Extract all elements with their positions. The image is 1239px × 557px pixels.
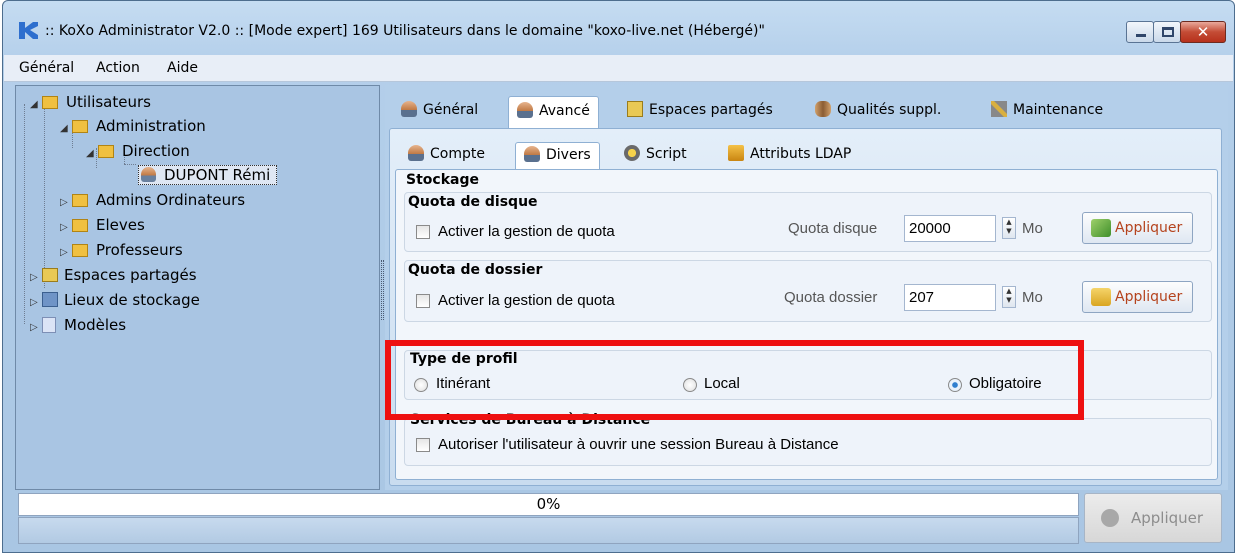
apply-quota-dossier-button[interactable]: Appliquer — [1082, 281, 1193, 313]
rds-checkbox-label: Autoriser l'utilisateur à ouvrir une ses… — [438, 436, 839, 453]
tree-item-modeles[interactable]: ▷ Modèles — [30, 315, 126, 337]
template-icon — [42, 317, 56, 333]
folder-apply-icon — [1091, 288, 1111, 306]
script-icon — [624, 145, 640, 161]
tab-avance[interactable]: Avancé — [508, 96, 599, 128]
apply-quota-disque-button[interactable]: Appliquer — [1082, 212, 1193, 244]
folder-icon — [98, 145, 114, 158]
shared-space-icon — [627, 101, 643, 117]
minimize-icon — [1136, 34, 1146, 37]
folder-icon — [72, 120, 88, 133]
ldap-icon — [728, 145, 744, 161]
title-bar: :: KoXo Administrator V2.0 :: [Mode expe… — [3, 1, 1234, 55]
expand-icon[interactable]: ▷ — [30, 293, 42, 313]
tree-item-professeurs[interactable]: ▷ Professeurs — [60, 240, 183, 262]
collapse-icon[interactable]: ◢ — [60, 119, 72, 139]
quota-disque-unit: Mo — [1022, 220, 1043, 237]
progress-text: 0% — [536, 495, 561, 513]
user-icon — [524, 146, 540, 162]
menu-action[interactable]: Action — [96, 60, 140, 76]
menu-aide[interactable]: Aide — [167, 60, 198, 76]
folder-icon — [42, 96, 58, 109]
quota-disque-input[interactable]: 20000 — [904, 215, 996, 242]
menu-bar: Général Action Aide — [4, 55, 1233, 82]
tab-attributs-ldap[interactable]: Attributs LDAP — [720, 142, 859, 168]
folder-icon — [72, 219, 88, 232]
group-icon — [815, 101, 831, 117]
quota-disque-checkbox-label: Activer la gestion de quota — [438, 223, 615, 240]
menu-general[interactable]: Général — [19, 60, 74, 76]
tools-icon — [991, 101, 1007, 117]
group-title-stockage: Stockage — [406, 172, 479, 188]
tree-item-selected-user[interactable]: DUPONT Rémi — [138, 165, 278, 187]
storage-icon — [42, 292, 58, 307]
maximize-button[interactable] — [1153, 21, 1181, 43]
tab-maintenance[interactable]: Maintenance — [983, 96, 1111, 126]
status-bar — [18, 517, 1079, 544]
details-panel: Général Avancé Espaces partagés Qualités… — [385, 85, 1228, 490]
user-icon — [141, 167, 156, 182]
rds-checkbox[interactable] — [416, 438, 430, 452]
quota-disque-label: Quota disque — [788, 220, 878, 237]
quota-disque-checkbox[interactable] — [416, 225, 430, 239]
tree-item-admins-ordinateurs[interactable]: ▷ Admins Ordinateurs — [60, 190, 245, 212]
collapse-icon[interactable]: ◢ — [30, 95, 42, 115]
highlight-box — [385, 340, 1084, 420]
user-icon — [401, 101, 417, 117]
expand-icon[interactable]: ▷ — [30, 268, 42, 288]
quota-dossier-label: Quota dossier — [784, 289, 878, 306]
tab-qualites-suppl[interactable]: Qualités suppl. — [807, 96, 949, 126]
tree-item-direction[interactable]: ◢ Direction — [86, 141, 190, 163]
tab-script[interactable]: Script — [616, 142, 695, 168]
koxo-logo-icon — [19, 22, 38, 39]
tab-general[interactable]: Général — [393, 96, 486, 126]
close-button[interactable]: ✕ — [1180, 21, 1226, 43]
tab-espaces-partages[interactable]: Espaces partagés — [619, 96, 781, 126]
shared-space-icon — [42, 268, 58, 282]
splitter[interactable] — [381, 260, 384, 320]
tree-panel: ◢ Utilisateurs ◢ Administration ◢ Direction… — [15, 85, 380, 490]
minimize-button[interactable] — [1126, 21, 1154, 43]
tab-compte[interactable]: Compte — [400, 142, 493, 168]
group-title-quota-dossier: Quota de dossier — [408, 262, 543, 278]
folder-icon — [72, 244, 88, 257]
user-icon — [517, 102, 533, 118]
maximize-icon — [1162, 27, 1174, 37]
expand-icon[interactable]: ▷ — [60, 218, 72, 238]
quota-dossier-input[interactable]: 207 — [904, 284, 996, 311]
collapse-icon[interactable]: ◢ — [86, 144, 98, 164]
expand-icon[interactable]: ▷ — [30, 318, 42, 338]
tree-item-eleves[interactable]: ▷ Eleves — [60, 215, 145, 237]
quota-dossier-unit: Mo — [1022, 289, 1043, 306]
apply-icon — [1101, 509, 1119, 527]
quota-dossier-spinner[interactable]: ▲ ▼ — [1002, 286, 1016, 308]
quota-dossier-checkbox-label: Activer la gestion de quota — [438, 292, 615, 309]
tree-item-lieux-stockage[interactable]: ▷ Lieux de stockage — [30, 290, 200, 312]
apply-icon — [1091, 219, 1111, 237]
progress-bar: 0% — [18, 493, 1079, 516]
tab-panel-avance: Compte Divers Script Attributs LDAP Stoc… — [389, 128, 1222, 486]
quota-dossier-checkbox[interactable] — [416, 294, 430, 308]
window-title: :: KoXo Administrator V2.0 :: [Mode expe… — [45, 23, 765, 39]
tree-item-administration[interactable]: ◢ Administration — [60, 116, 206, 138]
group-title-quota-disque: Quota de disque — [408, 194, 538, 210]
expand-icon[interactable]: ▷ — [60, 243, 72, 263]
tree-item-espaces-partages[interactable]: ▷ Espaces partagés — [30, 265, 197, 287]
tab-divers[interactable]: Divers — [515, 142, 600, 170]
tree-item-utilisateurs[interactable]: ◢ Utilisateurs — [30, 92, 151, 114]
expand-icon[interactable]: ▷ — [60, 193, 72, 213]
close-icon: ✕ — [1196, 23, 1210, 41]
folder-icon — [72, 194, 88, 207]
apply-button[interactable]: Appliquer — [1084, 493, 1222, 543]
tab-panel-divers: Stockage Quota de disque Activer la gest… — [395, 169, 1218, 480]
quota-disque-spinner[interactable]: ▲ ▼ — [1002, 217, 1016, 239]
user-icon — [408, 145, 424, 161]
